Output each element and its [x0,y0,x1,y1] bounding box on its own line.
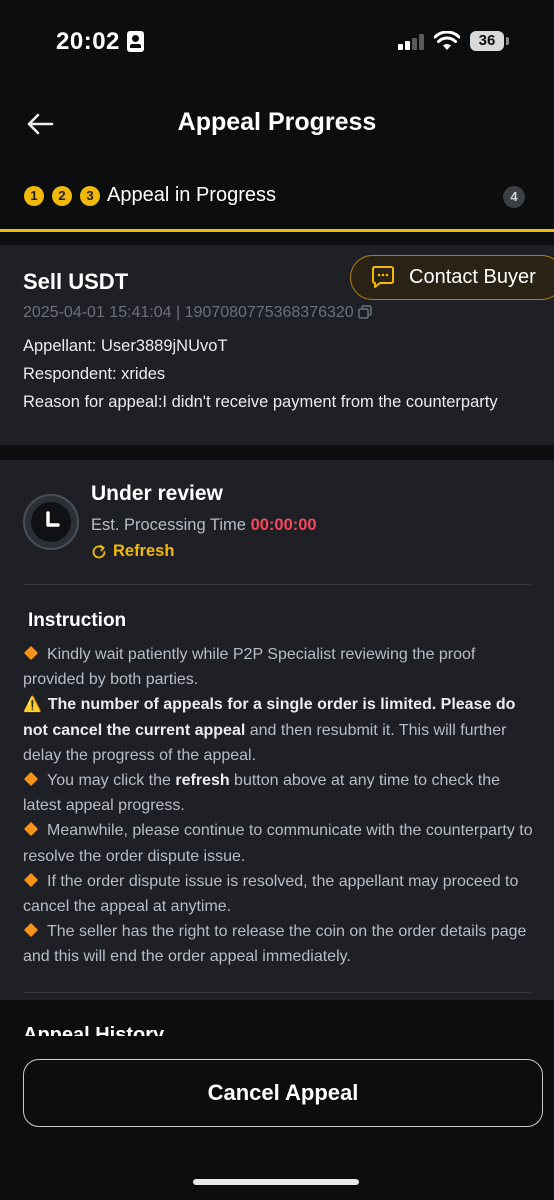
diamond-icon [23,771,39,787]
list-item: The seller has the right to release the … [23,923,527,966]
contact-buyer-label: Contact Buyer [409,266,536,288]
processing-time-value: 00:00:00 [250,516,317,534]
step-2-dot: 2 [52,186,72,206]
instruction-title: Instruction [28,610,127,631]
list-item: You may click the refresh button above a… [23,771,500,815]
progress-line [0,229,554,232]
clock-icon [23,494,79,550]
battery-tip [506,37,509,45]
battery-icon: 36 [470,31,504,51]
divider [23,584,531,585]
processing-time: Est. Processing Time 00:00:00 [91,516,317,535]
cancel-appeal-button[interactable]: Cancel Appeal [23,1059,543,1127]
diamond-icon [23,822,39,837]
refresh-icon [92,544,106,558]
warning-icon: ⚠️ [23,696,42,714]
list-item: Kindly wait patiently while P2P Speciali… [23,645,476,689]
order-meta: 2025-04-01 15:41:04 | 190708077536837632… [23,304,372,322]
refresh-button[interactable]: Refresh [91,542,174,561]
status-time: 20:02 [56,28,120,55]
step-3-dot: 3 [80,186,100,206]
home-indicator[interactable] [193,1179,359,1185]
diamond-icon [23,872,39,887]
order-card: Sell USDT Contact Buyer 2025-04-01 15:41… [0,245,554,445]
status-bar: 20:02 36 [0,0,554,84]
appeal-steps: 1 2 3 Appeal in Progress 4 [0,168,554,226]
page-title: Appeal Progress [177,108,377,136]
processing-time-label: Est. Processing Time [91,516,251,534]
step-4-dot: 4 [503,186,525,208]
list-item: Meanwhile, please continue to communicat… [23,822,533,865]
current-step-label: Appeal in Progress [107,184,276,206]
refresh-label: Refresh [113,542,175,560]
respondent: Respondent: xrides [23,365,166,383]
step-1-dot: 1 [24,186,44,206]
instruction-list: Kindly wait patiently while P2P Speciali… [23,642,535,970]
order-title: Sell USDT [23,269,129,294]
appellant: Appellant: User3889jNUvoT [23,337,228,355]
app-header: Appeal Progress [0,84,554,164]
signal-icon [398,34,426,50]
contact-card-icon [127,31,144,52]
appeal-reason: Reason for appeal:I didn't receive payme… [23,393,498,411]
order-date-number: 2025-04-01 15:41:04 | 190708077536837632… [23,304,354,321]
diamond-icon [23,923,39,938]
list-item: If the order dispute issue is resolved, … [23,872,519,916]
diamond-icon [23,645,39,661]
review-status-title: Under review [91,482,223,505]
copy-icon[interactable] [357,305,372,319]
bottom-bar: Cancel Appeal [0,1036,554,1200]
chat-icon [372,266,394,288]
divider [23,992,531,993]
review-card: Under review Est. Processing Time 00:00:… [0,460,554,1000]
wifi-icon [434,31,460,50]
contact-buyer-button[interactable]: Contact Buyer [350,255,554,300]
list-item: ⚠️ The number of appeals for a single ord… [23,692,535,768]
